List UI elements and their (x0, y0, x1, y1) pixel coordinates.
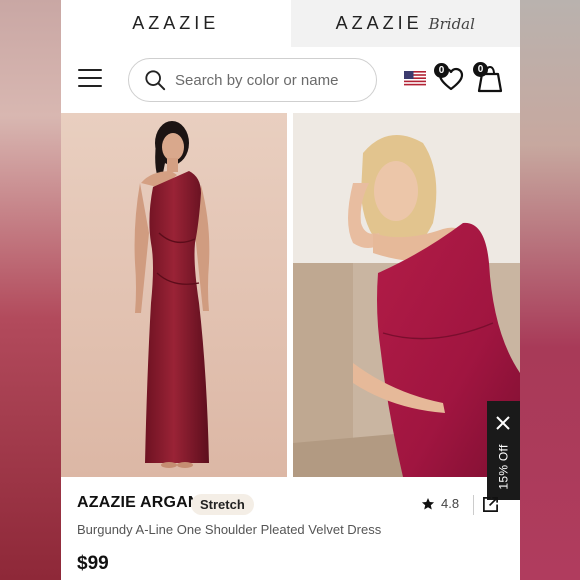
product-image-seated[interactable] (293, 113, 520, 477)
tab-bridal-label: AZAZIE (335, 13, 423, 33)
tab-azazie-label: AZAZIE (132, 13, 220, 33)
menu-icon-line (78, 85, 102, 87)
model-front-illustration (61, 113, 287, 477)
menu-icon-line (78, 69, 102, 71)
menu-icon-line (78, 77, 102, 79)
product-rating[interactable]: 4.8 (421, 496, 459, 511)
wishlist-count-badge: 0 (434, 63, 449, 78)
menu-button[interactable] (78, 69, 102, 89)
product-image-front[interactable] (61, 113, 287, 477)
background-left (0, 0, 61, 580)
search-icon (145, 70, 166, 91)
background-right (520, 0, 580, 580)
rating-value: 4.8 (441, 496, 460, 511)
close-icon[interactable] (495, 415, 511, 431)
product-description: Burgundy A-Line One Shoulder Pleated Vel… (77, 522, 382, 537)
divider (473, 495, 474, 515)
product-page: AZAZIE AZAZIE Bridal Search by color or … (61, 0, 520, 580)
us-flag-icon[interactable] (404, 71, 426, 86)
model-seated-illustration (293, 113, 520, 477)
stretch-tag: Stretch (191, 494, 254, 515)
tab-azazie[interactable]: AZAZIE (61, 0, 291, 47)
cart-button[interactable]: 0 (473, 62, 504, 94)
brand-tabs: AZAZIE AZAZIE Bridal (61, 0, 520, 47)
search-input[interactable] (175, 68, 370, 92)
tab-bridal-script: Bridal (428, 14, 475, 33)
header: 0 0 (61, 47, 520, 113)
star-icon (421, 497, 435, 510)
tab-azazie-bridal[interactable]: AZAZIE Bridal (290, 0, 520, 47)
product-price: $99 (77, 553, 109, 574)
cart-count-badge: 0 (473, 62, 488, 77)
promo-label-wrap: 15% Off (487, 439, 520, 495)
promo-label: 15% Off (496, 444, 511, 490)
search-bar[interactable] (128, 58, 377, 102)
wishlist-button[interactable]: 0 (434, 63, 465, 93)
share-icon[interactable] (482, 496, 499, 513)
discount-promo-tab[interactable]: 15% Off (487, 401, 520, 500)
product-brand-name: AZAZIE ARGAN (77, 494, 200, 511)
